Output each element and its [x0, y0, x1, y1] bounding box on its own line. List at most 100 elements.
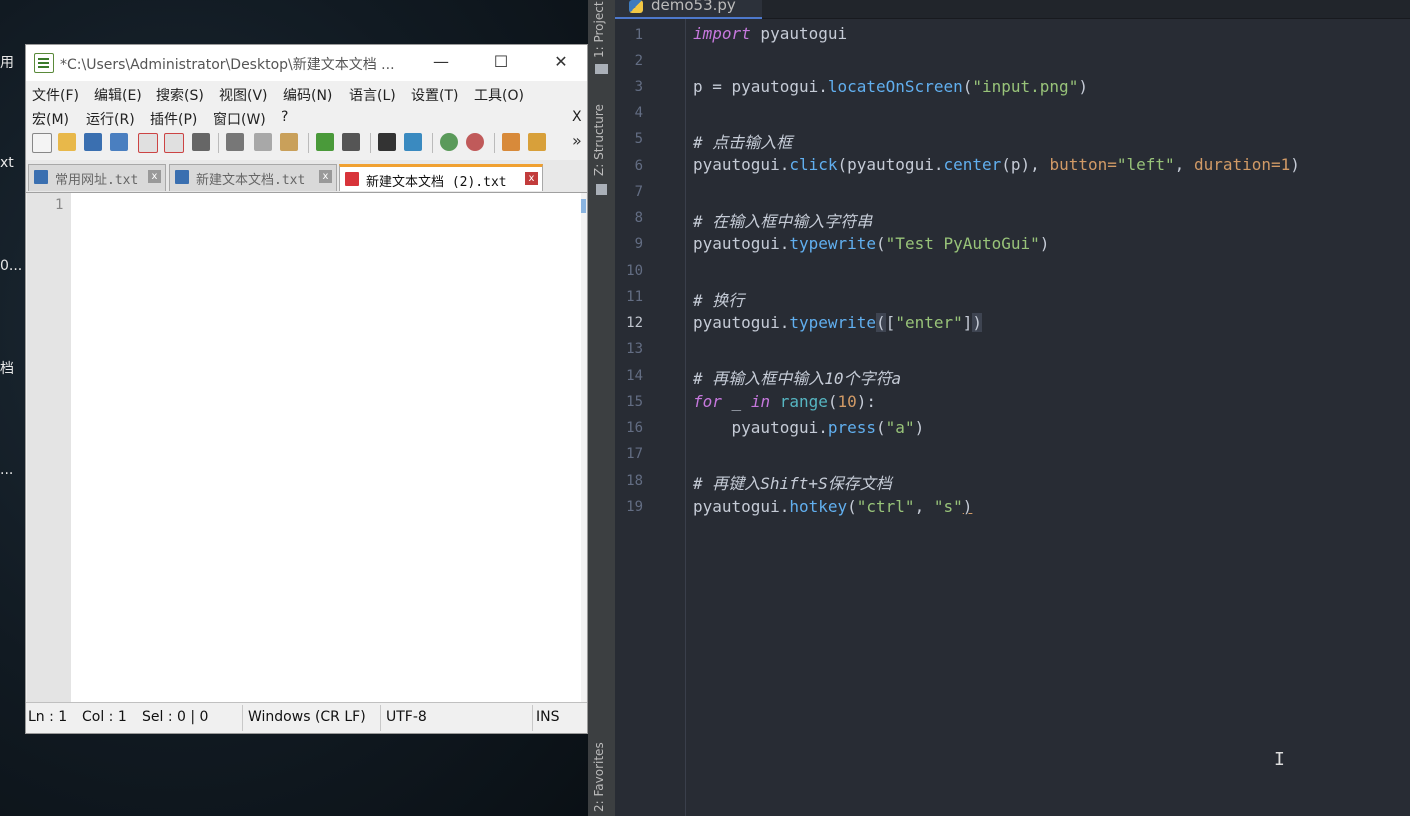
replace-icon[interactable] [404, 133, 422, 151]
close-all-icon[interactable] [164, 133, 184, 153]
tab-label: 新建文本文档.txt [196, 173, 306, 188]
code-line[interactable]: pyautogui.press("a") [693, 418, 925, 437]
favorites-tool-tab[interactable]: 2: Favorites [592, 742, 606, 812]
menu-run[interactable]: 运行(R) [86, 109, 135, 129]
redo-icon[interactable] [342, 133, 360, 151]
code-text: ): [856, 392, 877, 411]
line-number: 14 [626, 368, 643, 384]
desktop-icon-label[interactable]: 用 [0, 52, 14, 72]
tab-close-icon[interactable]: x [148, 170, 161, 183]
code-editor[interactable]: demo53.py 1 2 3 4 5 6 7 8 9 10 11 12 13 … [615, 0, 1410, 816]
code-line[interactable]: import pyautogui [693, 24, 847, 43]
desktop-icon-label[interactable]: xt [0, 155, 14, 171]
code-comment[interactable]: # 再输入框中输入10个字符a [693, 365, 901, 389]
toolbar-separator [370, 133, 371, 153]
toolbar-separator [494, 133, 495, 153]
code-line[interactable]: pyautogui.click(pyautogui.center(p), but… [693, 155, 1300, 174]
code-text: pyautogui. [693, 155, 790, 174]
menu-tools[interactable]: 工具(O) [474, 85, 524, 105]
code-line[interactable]: pyautogui.typewrite("Test PyAutoGui") [693, 234, 1049, 253]
ide-tool-strip: 1: Project Z: Structure 2: Favorites [588, 0, 615, 816]
line-number: 1 [55, 197, 64, 213]
menu-window[interactable]: 窗口(W) [213, 109, 266, 129]
number-literal: 1 [1280, 155, 1291, 174]
string-literal: "left" [1116, 155, 1175, 174]
menu-search[interactable]: 搜索(S) [156, 85, 204, 105]
code-comment[interactable]: # 换行 [693, 287, 744, 311]
tab-close-icon[interactable]: x [319, 170, 332, 183]
status-divider [242, 705, 243, 731]
title-bar[interactable]: *C:\Users\Administrator\Desktop\新建文本文档 .… [26, 45, 587, 81]
menu-encoding[interactable]: 编码(N) [283, 85, 332, 105]
code-comment[interactable]: # 再键入Shift+S保存文档 [693, 470, 892, 494]
menu-edit[interactable]: 编辑(E) [94, 85, 142, 105]
tab-close-icon[interactable]: x [525, 172, 538, 185]
save-icon[interactable] [84, 133, 102, 151]
line-number: 7 [634, 184, 643, 200]
undo-icon[interactable] [316, 133, 334, 151]
code-line[interactable]: pyautogui.hotkey("ctrl", "s") [693, 497, 972, 516]
line-number: 9 [634, 236, 643, 252]
tab-label: 常用网址.txt [55, 173, 139, 188]
function-name: hotkey [789, 497, 848, 516]
sync-horizontal-icon[interactable] [528, 133, 546, 151]
save-all-icon[interactable] [110, 133, 128, 151]
close-button[interactable]: ✕ [544, 49, 578, 75]
string-literal: "Test PyAutoGui" [885, 234, 1040, 253]
keyword: in [750, 392, 771, 411]
menu-file[interactable]: 文件(F) [32, 85, 79, 105]
code-comment[interactable]: # 点击输入框 [693, 129, 792, 153]
line-number: 8 [634, 210, 643, 226]
new-file-icon[interactable] [32, 133, 52, 153]
vertical-scrollbar[interactable] [581, 193, 586, 702]
zoom-in-icon[interactable] [440, 133, 458, 151]
mouse-ibeam-cursor-icon: I [1274, 749, 1285, 770]
desktop-icon-label[interactable]: 0... [0, 258, 22, 274]
notepad-app-icon [34, 53, 54, 73]
find-icon[interactable] [378, 133, 396, 151]
structure-tool-tab[interactable]: Z: Structure [592, 104, 606, 176]
tab-label: 新建文本文档 (2).txt [366, 175, 507, 190]
copy-icon[interactable] [254, 133, 272, 151]
zoom-out-icon[interactable] [466, 133, 484, 151]
code-line-current[interactable]: pyautogui.typewrite(["enter"]) [693, 313, 983, 332]
tab-new-doc-2[interactable]: 新建文本文档 (2).txt x [339, 164, 543, 191]
menu-plugins[interactable]: 插件(P) [150, 109, 197, 129]
menu-language[interactable]: 语言(L) [349, 85, 396, 105]
cut-icon[interactable] [226, 133, 244, 151]
maximize-button[interactable]: ☐ [484, 49, 518, 75]
editor-tab-demo53[interactable]: demo53.py [615, 0, 762, 19]
line-number: 15 [626, 394, 643, 410]
line-number: 17 [626, 446, 643, 462]
menu-settings[interactable]: 设置(T) [411, 85, 458, 105]
keyword: import [693, 24, 751, 43]
code-line[interactable]: p = pyautogui.locateOnScreen("input.png"… [693, 77, 1088, 96]
tab-new-doc[interactable]: 新建文本文档.txt x [169, 164, 337, 191]
sync-vertical-icon[interactable] [502, 133, 520, 151]
code-text: ) [1039, 234, 1050, 253]
code-comment[interactable]: # 在输入框中输入字符串 [693, 208, 872, 232]
code-text: ( [847, 497, 857, 516]
menu-macro[interactable]: 宏(M) [32, 109, 69, 129]
close-document-button[interactable]: X [572, 109, 582, 125]
unsaved-file-icon [345, 172, 359, 186]
code-line[interactable]: for _ in range(10): [693, 392, 876, 411]
tab-changyong[interactable]: 常用网址.txt x [28, 164, 166, 191]
print-icon[interactable] [192, 133, 210, 151]
desktop-icon-label[interactable]: 档 [0, 358, 14, 378]
paste-icon[interactable] [280, 133, 298, 151]
function-name: typewrite [789, 313, 877, 332]
minimize-button[interactable]: — [424, 49, 458, 75]
project-tool-tab[interactable]: 1: Project [592, 1, 606, 58]
menu-view[interactable]: 视图(V) [219, 85, 268, 105]
open-file-icon[interactable] [58, 133, 76, 151]
string-literal: "s" [933, 497, 963, 516]
toolbar-overflow-icon[interactable]: » [572, 131, 582, 150]
menu-help[interactable]: ? [281, 109, 288, 125]
close-file-icon[interactable] [138, 133, 158, 153]
text-editor-area[interactable]: 1 [27, 193, 586, 702]
matched-bracket: ( [876, 313, 886, 332]
code-text: pyautogui. [693, 497, 790, 516]
line-number: 6 [634, 158, 643, 174]
desktop-icon-label[interactable]: ... [0, 462, 13, 478]
